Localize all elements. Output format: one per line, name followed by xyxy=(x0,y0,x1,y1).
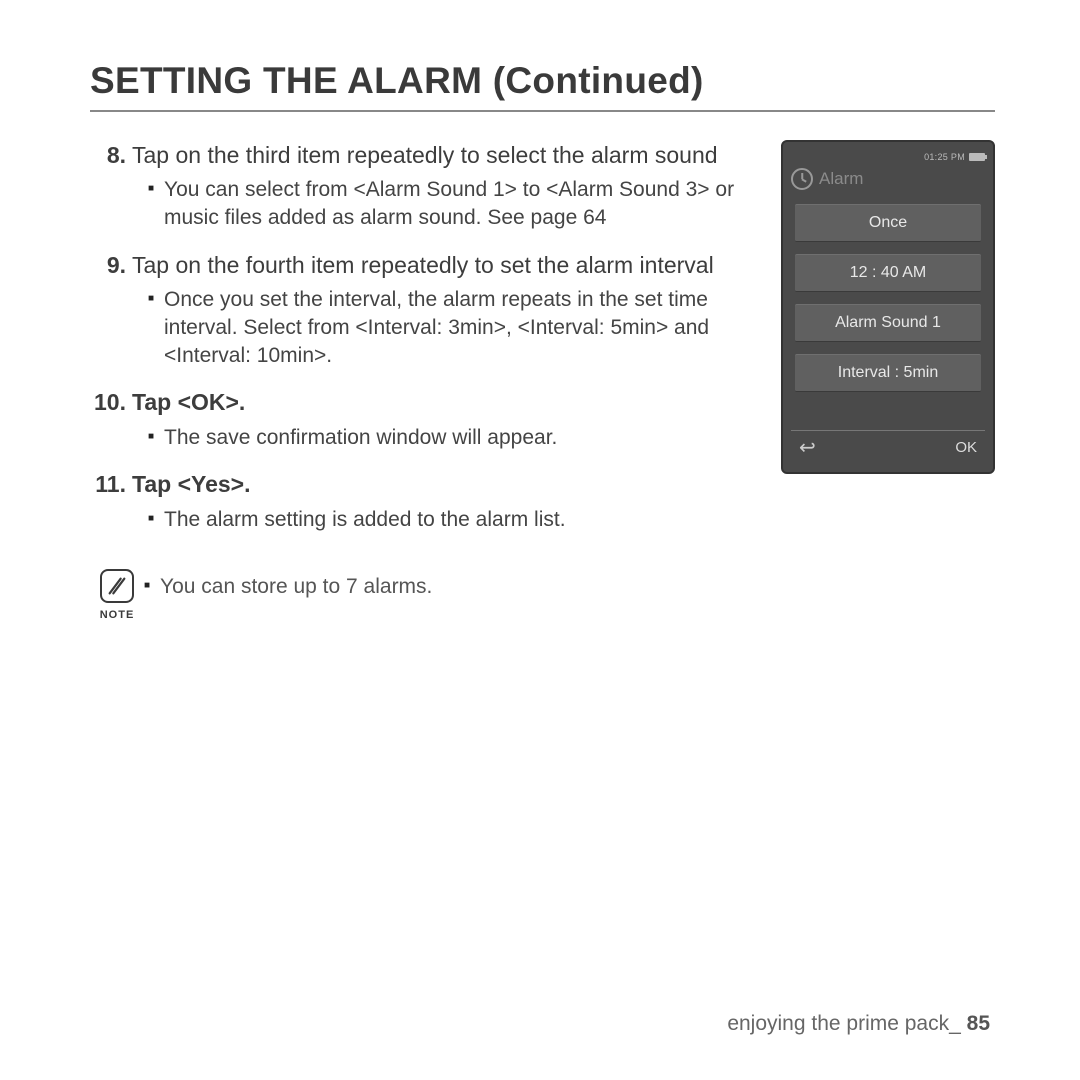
step-9-sub: ■ Once you set the interval, the alarm r… xyxy=(148,286,753,369)
bullet-icon: ■ xyxy=(148,506,164,532)
bullet-icon: ■ xyxy=(148,424,164,450)
step-10-sub: ■ The save confirmation window will appe… xyxy=(148,424,753,452)
device-footer: ↪ OK xyxy=(791,430,985,464)
note-icon xyxy=(100,569,134,603)
step-11-sub: ■ The alarm setting is added to the alar… xyxy=(148,506,753,534)
device-option-sound[interactable]: Alarm Sound 1 xyxy=(795,304,981,342)
step-text: Tap <Yes>. xyxy=(132,469,753,499)
device-status-bar: 01:25 PM xyxy=(791,150,985,164)
device-header: Alarm xyxy=(791,166,985,192)
sub-text: The alarm setting is added to the alarm … xyxy=(164,506,753,534)
battery-icon xyxy=(969,153,985,161)
sub-text: You can select from <Alarm Sound 1> to <… xyxy=(164,176,753,231)
bullet-icon: ■ xyxy=(148,286,164,312)
clock-icon xyxy=(791,168,813,190)
note-label: NOTE xyxy=(90,608,144,623)
page-title: SETTING THE ALARM (Continued) xyxy=(90,60,995,112)
step-text: Tap on the fourth item repeatedly to set… xyxy=(132,250,753,280)
step-8-sub: ■ You can select from <Alarm Sound 1> to… xyxy=(148,176,753,231)
note-block: NOTE ■ You can store up to 7 alarms. xyxy=(90,569,753,622)
device-status-time: 01:25 PM xyxy=(924,152,965,162)
step-number: 8. xyxy=(90,140,132,170)
step-9: 9. Tap on the fourth item repeatedly to … xyxy=(90,250,753,280)
sub-text: Once you set the interval, the alarm rep… xyxy=(164,286,753,369)
step-number: 9. xyxy=(90,250,132,280)
device-title: Alarm xyxy=(819,169,863,189)
step-number: 10. xyxy=(90,387,132,417)
device-option-interval[interactable]: Interval : 5min xyxy=(795,354,981,392)
step-text: Tap on the third item repeatedly to sele… xyxy=(132,140,753,170)
ok-button[interactable]: OK xyxy=(955,439,977,456)
device-screenshot: 01:25 PM Alarm Once 12 : 40 AM Alarm Sou… xyxy=(781,140,995,474)
device-option-frequency[interactable]: Once xyxy=(795,204,981,242)
note-text: You can store up to 7 alarms. xyxy=(160,573,432,601)
bullet-icon: ■ xyxy=(144,573,160,601)
instruction-list: 8. Tap on the third item repeatedly to s… xyxy=(90,140,753,622)
device-option-time[interactable]: 12 : 40 AM xyxy=(795,254,981,292)
step-8: 8. Tap on the third item repeatedly to s… xyxy=(90,140,753,170)
sub-text: The save confirmation window will appear… xyxy=(164,424,753,452)
page-footer: enjoying the prime pack_ 85 xyxy=(727,1012,990,1036)
step-text: Tap <OK>. xyxy=(132,387,753,417)
step-10: 10. Tap <OK>. xyxy=(90,387,753,417)
footer-section: enjoying the prime pack_ xyxy=(727,1012,960,1035)
back-icon[interactable]: ↪ xyxy=(799,435,816,460)
bullet-icon: ■ xyxy=(148,176,164,202)
footer-page-number: 85 xyxy=(967,1012,990,1035)
step-11: 11. Tap <Yes>. xyxy=(90,469,753,499)
step-number: 11. xyxy=(90,469,132,499)
